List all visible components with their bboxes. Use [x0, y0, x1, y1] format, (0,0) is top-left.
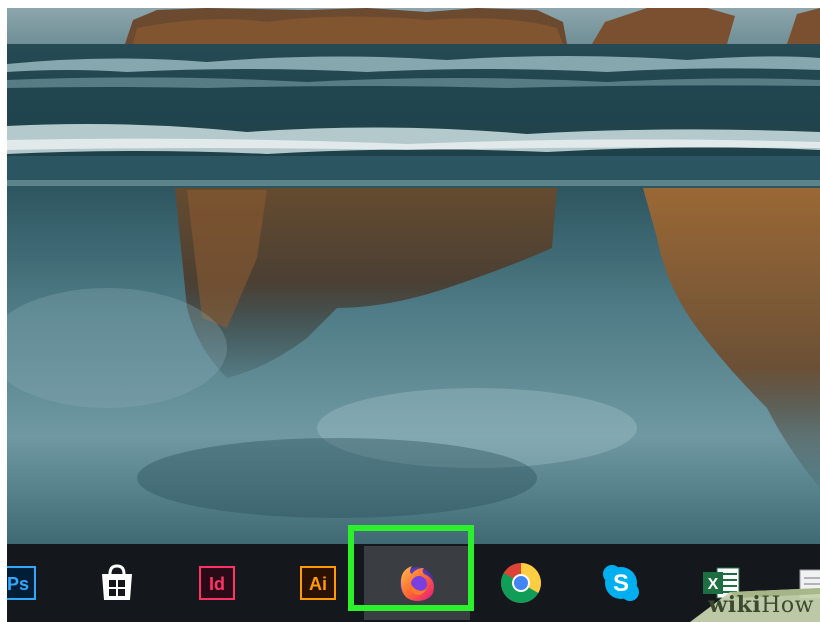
firefox-highlight-box: [348, 525, 474, 611]
taskbar-app-illustrator[interactable]: Ai: [290, 544, 346, 622]
watermark-how: How: [761, 593, 814, 618]
wikihow-watermark: wikiHow: [708, 592, 814, 618]
skype-icon: S: [603, 565, 639, 601]
taskbar-app-photoshop[interactable]: Ps: [7, 544, 41, 622]
store-bag-icon: [102, 564, 132, 600]
indesign-icon: Id: [199, 566, 235, 600]
skype-label: S: [613, 570, 629, 597]
taskbar-app-store[interactable]: [89, 544, 145, 622]
taskbar-app-skype[interactable]: S: [593, 544, 649, 622]
watermark-wiki: wiki: [708, 592, 762, 618]
taskbar-app-chrome[interactable]: [493, 544, 549, 622]
taskbar-app-indesign[interactable]: Id: [189, 544, 245, 622]
indesign-label: Id: [209, 574, 225, 594]
photoshop-icon: Ps: [7, 566, 36, 600]
photoshop-label: Ps: [7, 574, 29, 594]
desktop-wallpaper: [7, 8, 820, 544]
illustrator-label: Ai: [309, 574, 327, 594]
chrome-icon: [501, 563, 541, 603]
illustrator-icon: Ai: [300, 566, 336, 600]
